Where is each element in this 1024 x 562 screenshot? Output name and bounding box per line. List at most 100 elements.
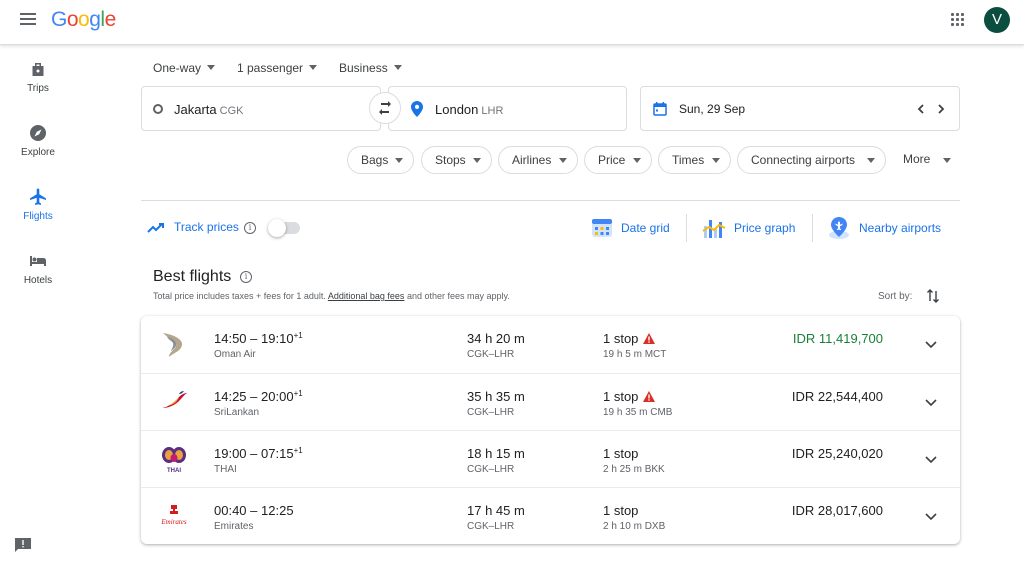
info-icon[interactable]: i: [244, 222, 256, 234]
layover-info: 19 h 5 m MCT: [603, 349, 667, 360]
info-icon[interactable]: i: [240, 271, 252, 283]
menu-icon[interactable]: [20, 13, 38, 27]
chevron-down-icon: [309, 65, 318, 70]
logo-letter: G: [51, 8, 67, 31]
warning-icon: [643, 333, 656, 344]
chevron-down-icon[interactable]: [924, 395, 938, 409]
flight-times: 14:50 – 19:10+1: [214, 331, 303, 346]
trip-type-select[interactable]: One-way: [153, 61, 216, 75]
chevron-left-icon[interactable]: [916, 104, 926, 114]
calendar-icon: [653, 102, 667, 116]
apps-grid-icon[interactable]: [951, 13, 965, 27]
nearby-airports-icon: [829, 217, 849, 239]
airline-name: Emirates: [214, 521, 254, 532]
flight-row[interactable]: 14:50 – 19:10+1 Oman Air 34 h 20 m CGK–L…: [141, 316, 960, 373]
sidebar: Trips Explore Flights Hotels: [0, 46, 76, 562]
date-grid-icon: [592, 219, 612, 237]
flights-icon: [30, 188, 46, 205]
flight-duration: 18 h 15 m: [467, 446, 525, 461]
bag-fees-link[interactable]: Additional bag fees: [328, 291, 405, 301]
airline-name: SriLankan: [214, 407, 260, 418]
chevron-down-icon: [867, 158, 875, 163]
departure-date-field[interactable]: Sun, 29 Sep: [640, 86, 960, 131]
sidebar-item-hotels[interactable]: Hotels: [0, 252, 76, 302]
svg-text:Emirates: Emirates: [160, 518, 187, 526]
airline-name: THAI: [214, 464, 237, 475]
location-pin-icon: [411, 101, 423, 117]
chevron-down-icon[interactable]: [924, 337, 938, 351]
destination-field[interactable]: London LHR: [388, 86, 627, 131]
thai-logo: THAI: [162, 447, 186, 473]
track-prices-toggle[interactable]: [268, 219, 300, 237]
flight-price: IDR 11,419,700: [792, 331, 883, 346]
divider: [686, 214, 687, 242]
flight-duration: 17 h 45 m: [467, 503, 525, 518]
logo-letter: e: [104, 8, 117, 31]
passengers-select[interactable]: 1 passenger: [237, 61, 318, 75]
filter-chip-label: Bags: [361, 153, 389, 167]
svg-text:THAI: THAI: [167, 468, 181, 473]
feedback-icon[interactable]: [14, 537, 32, 553]
chevron-right-icon[interactable]: [936, 104, 946, 114]
sidebar-item-flights[interactable]: Flights: [0, 188, 76, 238]
chevron-down-icon: [943, 158, 951, 163]
filter-chip-price[interactable]: Price: [584, 146, 652, 174]
emirates-logo: Emirates: [160, 505, 187, 526]
filter-chip-stops[interactable]: Stops: [421, 146, 492, 174]
filter-chip-bags[interactable]: Bags: [347, 146, 414, 174]
sidebar-item-explore[interactable]: Explore: [0, 124, 76, 174]
more-filters-button[interactable]: More: [903, 152, 953, 170]
flight-row[interactable]: THAI 19:00 – 07:15+1 THAI 18 h 15 m CGK–…: [141, 430, 960, 487]
trips-icon: [32, 63, 44, 76]
chevron-down-icon: [473, 158, 481, 163]
price-graph-label: Price graph: [734, 221, 796, 235]
origin-field[interactable]: Jakarta CGK: [141, 86, 381, 131]
track-prices-label[interactable]: Track prices: [174, 220, 239, 234]
filter-chip-airlines[interactable]: Airlines: [498, 146, 578, 174]
logo-letter: o: [66, 8, 79, 31]
sidebar-item-trips[interactable]: Trips: [0, 60, 76, 110]
filter-chip-connecting-airports[interactable]: Connecting airports: [737, 146, 886, 174]
date-grid-button[interactable]: Date grid: [590, 212, 674, 244]
google-logo[interactable]: Google: [51, 8, 116, 32]
sidebar-item-label: Flights: [23, 211, 53, 222]
flight-stops: 1 stop: [603, 331, 656, 346]
flight-results-list: 14:50 – 19:10+1 Oman Air 34 h 20 m CGK–L…: [141, 316, 960, 544]
layover-info: 19 h 35 m CMB: [603, 407, 673, 418]
date-grid-label: Date grid: [621, 221, 670, 235]
departure-date: Sun, 29 Sep: [679, 102, 746, 116]
swap-button[interactable]: [369, 92, 401, 124]
cabin-class-value: Business: [339, 61, 388, 75]
nearby-airports-label: Nearby airports: [859, 221, 942, 235]
logo-letter: g: [89, 8, 101, 31]
toggle-knob: [268, 219, 286, 237]
divider: [141, 200, 960, 201]
airline-name: Oman Air: [214, 349, 256, 360]
flight-route: CGK–LHR: [467, 349, 515, 360]
chevron-down-icon[interactable]: [924, 509, 938, 523]
price-note-text: Total price includes taxes + fees for 1 …: [153, 291, 326, 301]
chevron-down-icon: [559, 158, 567, 163]
flight-price: IDR 28,017,600: [791, 503, 883, 518]
passengers-value: 1 passenger: [237, 61, 304, 75]
sidebar-item-label: Explore: [21, 147, 55, 158]
oman-air-logo: [163, 333, 182, 357]
filter-chip-label: Times: [672, 153, 705, 167]
srilankan-logo: [162, 391, 187, 408]
chevron-down-icon: [712, 158, 720, 163]
flight-times: 00:40 – 12:25: [214, 503, 294, 518]
chevron-down-icon[interactable]: [924, 452, 938, 466]
filter-chip-times[interactable]: Times: [658, 146, 731, 174]
layover-info: 2 h 10 m DXB: [603, 521, 666, 532]
avatar[interactable]: V: [984, 7, 1010, 33]
flight-stops: 1 stop: [603, 503, 639, 518]
flight-row[interactable]: 14:25 – 20:00+1 SriLankan 35 h 35 m CGK–…: [141, 373, 960, 430]
trip-type-value: One-way: [153, 61, 202, 75]
hotels-icon: [30, 256, 46, 266]
price-graph-button[interactable]: Price graph: [702, 212, 798, 244]
nearby-airports-button[interactable]: Nearby airports: [827, 212, 947, 244]
flight-row[interactable]: Emirates 00:40 – 12:25 Emirates 17 h 45 …: [141, 487, 960, 544]
sort-icon[interactable]: [926, 289, 940, 303]
top-bar: Google V: [0, 0, 1024, 45]
cabin-class-select[interactable]: Business: [339, 61, 402, 75]
